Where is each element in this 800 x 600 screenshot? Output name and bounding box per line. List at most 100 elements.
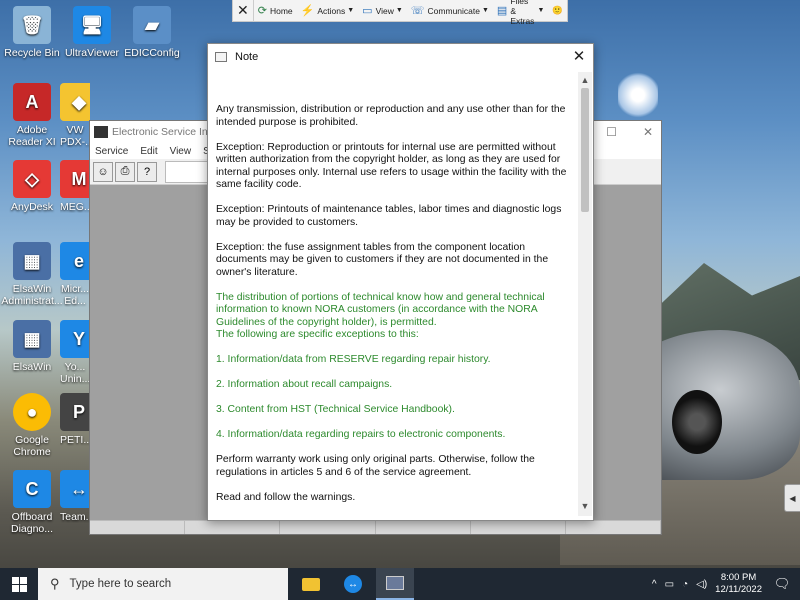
teamviewer-icon: ↔ (60, 470, 90, 508)
home-icon: ⟳ (257, 5, 267, 17)
scroll-up-icon[interactable]: ▲ (578, 72, 592, 88)
esi-statusbar (90, 520, 662, 534)
windows-logo-icon (11, 576, 27, 592)
desktop-icon-recycle-bin[interactable]: 🗑 Recycle Bin (0, 6, 64, 59)
peti-icon: P (60, 393, 90, 431)
remote-close-button[interactable]: ✕ (233, 0, 254, 22)
note-title: Note (235, 51, 259, 63)
remote-home-button[interactable]: ⟳ Home (254, 0, 297, 22)
phone-icon: ☏ (410, 5, 425, 17)
desktop-icon-teamviewer[interactable]: ↔ Team... (60, 470, 90, 523)
desktop-icon-peti[interactable]: P PETI... (60, 393, 90, 446)
desktop-icon-label: Google Chrome (13, 434, 51, 458)
desktop-icon-label: Yo... Unin... (60, 361, 90, 385)
status-cell (566, 521, 662, 534)
anydesk-icon: ◇ (13, 160, 51, 198)
note-titlebar[interactable]: Note (208, 44, 593, 70)
desktop-icon-adobe-reader[interactable]: A Adobe Reader XI (0, 83, 64, 148)
nora-exception-item: 2. Information about recall campaigns. (216, 379, 393, 390)
ultraviewer-icon: 🖥 (73, 6, 111, 44)
maximize-button[interactable]: ☐ (606, 125, 617, 139)
desktop-icon-google-chrome[interactable]: ● Google Chrome (0, 393, 64, 458)
status-cell (376, 521, 471, 534)
desktop-icon-vw-pdx[interactable]: ◆ VW PDX-... (60, 83, 90, 148)
user-icon: ☺ (97, 165, 109, 178)
print-tool-button[interactable]: ⎙ (115, 161, 135, 182)
desktop-icon-meg[interactable]: M MEG... (60, 160, 90, 213)
desktop-icon-offboard-diagnostic[interactable]: C Offboard Diagno... (0, 470, 64, 535)
scroll-track[interactable] (578, 212, 592, 498)
note-paragraph: Exception: the fuse assignment tables fr… (216, 241, 549, 278)
note-paragraph: Perform warranty work using only origina… (216, 454, 535, 478)
esi-window-title: Electronic Service Infor (112, 126, 220, 138)
offboard-diagnostic-icon: C (13, 470, 51, 508)
taskbar-file-explorer[interactable] (292, 568, 330, 600)
remote-actions-menu[interactable]: ⚡ Actions ▼ (297, 0, 359, 22)
nora-exceptions-heading: The following are specific exceptions to… (216, 329, 419, 340)
menu-service[interactable]: Service (95, 146, 128, 157)
desktop-icon-uninstall[interactable]: Y Yo... Unin... (60, 320, 90, 385)
search-placeholder: Type here to search (69, 578, 172, 590)
battery-icon[interactable]: ▭ (665, 579, 674, 590)
menu-edit[interactable]: Edit (140, 146, 157, 157)
desktop-icon-edicconfig[interactable]: ▰ EDICConfig (120, 6, 184, 59)
status-cell (471, 521, 566, 534)
desktop-icon-label: Adobe Reader XI (8, 124, 56, 148)
taskbar-search[interactable]: ⚲ Type here to search (38, 568, 288, 600)
search-icon: ⚲ (50, 576, 60, 591)
smiley-icon: 🙂 (552, 5, 563, 15)
elsawin-icon: ▦ (13, 320, 51, 358)
start-button[interactable] (0, 568, 38, 600)
note-paragraph: Read and follow the warnings. (216, 491, 356, 503)
adobe-reader-icon: A (13, 83, 51, 121)
desktop-icon-label: EDICConfig (124, 47, 180, 59)
help-tool-button[interactable]: ? (137, 161, 157, 182)
window-icon (215, 52, 227, 62)
clock[interactable]: 8:00 PM 12/11/2022 (715, 572, 762, 596)
elsawin-admin-icon: ▦ (13, 242, 51, 280)
wallpaper-wheel (672, 390, 722, 454)
desktop-icon-label: ElsaWin (12, 361, 52, 373)
side-panel-tab[interactable]: ◀ (784, 484, 800, 512)
desktop-icon-microsoft-edge[interactable]: e Micr... Ed... (60, 242, 90, 307)
status-cell (280, 521, 376, 534)
desktop-icon-ultraviewer[interactable]: 🖥 UltraViewer (60, 6, 124, 59)
volume-icon[interactable]: ◁) (696, 579, 707, 590)
system-tray: ^ ▭ ◔ ◁) 8:00 PM 12/11/2022 🗨 (652, 572, 800, 596)
note-dialog: Note ✕ Any transmission, distribution or… (207, 43, 594, 521)
remote-feedback-button[interactable]: 🙂 (548, 0, 567, 22)
remote-view-label: View (375, 5, 394, 16)
menu-view[interactable]: View (170, 146, 192, 157)
vw-pdx-icon: ◆ (60, 83, 90, 121)
note-scrollbar[interactable]: ▲ ▼ (578, 72, 592, 516)
remote-files-menu[interactable]: ▤ Files & Extras ▼ (493, 0, 548, 26)
recycle-bin-icon: 🗑 (13, 6, 51, 44)
files-icon: ▤ (496, 5, 508, 17)
user-tool-button[interactable]: ☺ (93, 161, 113, 182)
desktop-icon-label: Offboard Diagno... (10, 511, 54, 535)
tray-overflow-button[interactable]: ^ (652, 579, 657, 590)
remote-communicate-label: Communicate (427, 5, 480, 16)
note-close-button[interactable]: ✕ (565, 44, 593, 68)
desktop-icon-label: PETI... (60, 434, 90, 446)
scroll-down-icon[interactable]: ▼ (578, 498, 592, 514)
nora-paragraph: The distribution of portions of technica… (216, 291, 545, 328)
remote-view-menu[interactable]: ▭ View ▼ (358, 0, 407, 22)
chevron-down-icon: ▼ (395, 7, 403, 14)
network-icon[interactable]: ◔ (682, 579, 688, 590)
chevron-left-icon: ◀ (789, 493, 796, 503)
desktop-icon-anydesk[interactable]: ◇ AnyDesk (0, 160, 64, 213)
desktop-icon-elsawin[interactable]: ▦ ElsaWin (0, 320, 64, 373)
esi-close-button[interactable]: ✕ (643, 125, 653, 139)
notification-icon[interactable]: 🗨 (770, 576, 794, 592)
taskbar-teamviewer[interactable]: ↔ (334, 568, 372, 600)
taskbar-esi-app[interactable] (376, 568, 414, 600)
nora-exception-item: 3. Content from HST (Technical Service H… (216, 404, 455, 415)
lightning-icon: ⚡ (300, 5, 315, 17)
scroll-thumb[interactable] (581, 88, 589, 212)
status-cell (185, 521, 281, 534)
edicconfig-icon: ▰ (133, 6, 171, 44)
desktop-icon-elsawin-admin[interactable]: ▦ ElsaWin Administrat... (0, 242, 64, 307)
desktop-icon-label: MEG... (60, 201, 90, 213)
remote-communicate-menu[interactable]: ☏ Communicate ▼ (407, 0, 493, 22)
